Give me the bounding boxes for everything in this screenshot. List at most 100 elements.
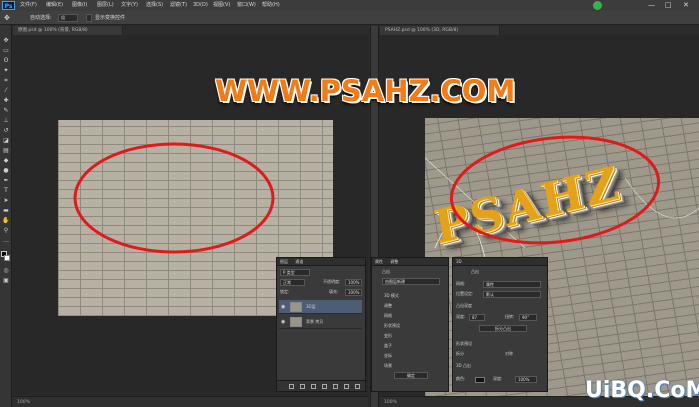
3d-props-tabs: 3D bbox=[453, 258, 547, 266]
right-zoom-readout[interactable]: 100% bbox=[384, 400, 397, 405]
screen-mode-icon[interactable]: ▣ bbox=[2, 277, 10, 284]
pen-tool-icon[interactable]: ✒ bbox=[2, 177, 10, 184]
menu-filter[interactable]: 滤镜(T) bbox=[170, 0, 187, 11]
new-layer-icon[interactable] bbox=[344, 384, 349, 389]
menu-select[interactable]: 选择(S) bbox=[146, 0, 163, 11]
group-icon[interactable] bbox=[333, 384, 338, 389]
depth-field[interactable]: 87 bbox=[469, 314, 485, 321]
prop-row[interactable]: 3D 模式 bbox=[384, 292, 399, 300]
menu-file[interactable]: 文件(F) bbox=[20, 0, 37, 11]
visibility-eye-icon[interactable]: ◉ bbox=[281, 304, 285, 310]
extrusion-section-label: 凸出深度 bbox=[456, 303, 472, 308]
source-select[interactable]: 由图层新建 bbox=[382, 278, 440, 285]
fx-icon[interactable] bbox=[300, 384, 305, 389]
type-tool-icon[interactable]: T bbox=[2, 187, 10, 194]
menu-view[interactable]: 视图(V) bbox=[213, 0, 230, 11]
menu-type[interactable]: 文字(Y) bbox=[121, 0, 138, 11]
layer-row[interactable]: ◉ 背景 拷贝 bbox=[279, 315, 362, 329]
twist-label: 扭转: bbox=[505, 314, 515, 319]
color-swatch[interactable] bbox=[475, 377, 485, 383]
prop-row[interactable]: 坐标 bbox=[384, 352, 392, 360]
twist-field[interactable]: 90° bbox=[519, 314, 537, 321]
magic-wand-icon[interactable]: ✦ bbox=[2, 67, 10, 74]
prop-row[interactable]: 场景 bbox=[384, 362, 392, 370]
crop-tool-icon[interactable]: ⌗ bbox=[2, 77, 10, 84]
tab-right-document[interactable]: PSAHZ.psd @ 100% (3D, RGB/8) bbox=[380, 26, 500, 35]
path-select-icon[interactable]: ➤ bbox=[2, 197, 10, 204]
panel-title: 凸出 bbox=[382, 269, 390, 274]
move-tool-icon[interactable]: ✥ bbox=[4, 11, 10, 25]
menu-3d[interactable]: 3D(D) bbox=[193, 0, 208, 11]
prop-row[interactable]: 调整 bbox=[384, 302, 392, 310]
link-layers-icon[interactable] bbox=[289, 384, 294, 389]
minimize-button[interactable]: — bbox=[648, 1, 655, 10]
3d-extrude-checkbox[interactable]: 3D 凸出 bbox=[456, 362, 471, 370]
eyedropper-icon[interactable]: ⁄ bbox=[2, 87, 10, 94]
lasso-tool-icon[interactable]: ʘ bbox=[2, 57, 10, 64]
background-color-swatch[interactable] bbox=[4, 255, 10, 261]
opacity-field[interactable]: 100% bbox=[345, 279, 362, 286]
prop-row[interactable]: 变形 bbox=[384, 332, 392, 340]
close-button[interactable]: ✕ bbox=[683, 1, 689, 10]
mesh-label: 网格: bbox=[456, 281, 466, 286]
layer-name[interactable]: 3D层 bbox=[306, 300, 316, 314]
healing-brush-icon[interactable]: ✚ bbox=[2, 97, 10, 104]
zoom-tool-icon[interactable]: ⚲ bbox=[2, 227, 10, 234]
symmetric-checkbox[interactable]: 对称 bbox=[505, 350, 513, 358]
opacity-label: 不透明度: bbox=[323, 279, 341, 284]
marquee-tool-icon[interactable]: ▭ bbox=[2, 47, 10, 54]
tab-properties[interactable]: 属性 bbox=[375, 259, 383, 264]
menu-layer[interactable]: 图层(L) bbox=[97, 0, 114, 11]
layer-row[interactable]: ◉ 3D层 bbox=[279, 300, 362, 314]
options-bar: ✥ 自动选择: 组 显示变换控件 bbox=[0, 11, 699, 25]
show-transform-checkbox[interactable] bbox=[86, 14, 92, 22]
depth2-field[interactable]: 100% bbox=[515, 376, 537, 383]
position-select[interactable]: 默认 bbox=[483, 291, 541, 298]
move-tool-icon[interactable]: ✥ bbox=[2, 37, 10, 44]
dodge-tool-icon[interactable]: ● bbox=[2, 167, 10, 174]
gradient-tool-icon[interactable]: ▤ bbox=[2, 147, 10, 154]
menu-help[interactable]: 帮助(H) bbox=[262, 0, 280, 11]
trash-icon[interactable] bbox=[355, 384, 360, 389]
more-tools-icon[interactable]: … bbox=[2, 237, 10, 244]
layer-kind-filter[interactable]: P 类型 bbox=[280, 269, 310, 276]
prop-row[interactable]: 网格 bbox=[384, 312, 392, 320]
stamp-tool-icon[interactable]: ⊥ bbox=[2, 117, 10, 124]
split-extrusion-button[interactable]: 拆分凸出 bbox=[479, 325, 527, 332]
tab-left-document[interactable]: 原图.psd @ 100% (背景, RGB/8) bbox=[13, 26, 123, 35]
color-label: 颜色: bbox=[456, 376, 466, 381]
prop-row[interactable]: 盖子 bbox=[384, 342, 392, 350]
tab-adjustments[interactable]: 调整 bbox=[390, 259, 398, 264]
left-zoom-readout[interactable]: 100% bbox=[17, 400, 30, 405]
menu-edit[interactable]: 编辑(E) bbox=[46, 0, 63, 11]
menu-window[interactable]: 窗口(W) bbox=[237, 0, 256, 11]
confirm-button[interactable]: 确定 bbox=[394, 372, 428, 379]
prop-row[interactable]: 形状预设 bbox=[384, 322, 400, 330]
tab-channels[interactable]: 通道 bbox=[295, 259, 303, 264]
mask-icon[interactable] bbox=[311, 384, 316, 389]
mesh-select[interactable]: 属性 bbox=[483, 281, 541, 288]
3d-panel-tabs: 属性 调整 bbox=[372, 258, 448, 266]
tools-panel: ✥ ▭ ʘ ✦ ⌗ ⁄ ✚ ✎ ⊥ ↺ ◪ ▤ ◆ ● ✒ T ➤ ▬ ✋ ⚲ … bbox=[0, 25, 12, 407]
quick-mask-icon[interactable]: ◎ bbox=[2, 267, 10, 274]
visibility-eye-icon[interactable]: ◉ bbox=[281, 319, 285, 325]
layer-name[interactable]: 背景 拷贝 bbox=[306, 315, 323, 329]
site-watermark: WWW.PSAHZ.COM bbox=[215, 74, 516, 108]
tab-layers[interactable]: 图层 bbox=[280, 259, 288, 264]
menu-image[interactable]: 图像(I) bbox=[72, 0, 87, 11]
auto-select-dropdown[interactable]: 组 bbox=[58, 14, 78, 22]
eraser-tool-icon[interactable]: ◪ bbox=[2, 137, 10, 144]
split-checkbox[interactable]: 拆分 bbox=[456, 350, 464, 358]
history-brush-icon[interactable]: ↺ bbox=[2, 127, 10, 134]
blur-tool-icon[interactable]: ◆ bbox=[2, 157, 10, 164]
maximize-button[interactable]: □ bbox=[665, 1, 672, 10]
fill-field[interactable]: 100% bbox=[345, 289, 362, 296]
shape-tool-icon[interactable]: ▬ bbox=[2, 207, 10, 214]
hand-tool-icon[interactable]: ✋ bbox=[2, 217, 10, 224]
blend-mode-select[interactable]: 正常 bbox=[280, 279, 305, 286]
adjustment-layer-icon[interactable] bbox=[322, 384, 327, 389]
brush-tool-icon[interactable]: ✎ bbox=[2, 107, 10, 114]
layers-panel: 图层 通道 P 类型 正常 不透明度: 100% 锁定: 填充: 100% ◉ … bbox=[276, 257, 366, 392]
tab-3d[interactable]: 3D bbox=[456, 259, 462, 264]
depth2-label: 深度: bbox=[493, 376, 503, 381]
